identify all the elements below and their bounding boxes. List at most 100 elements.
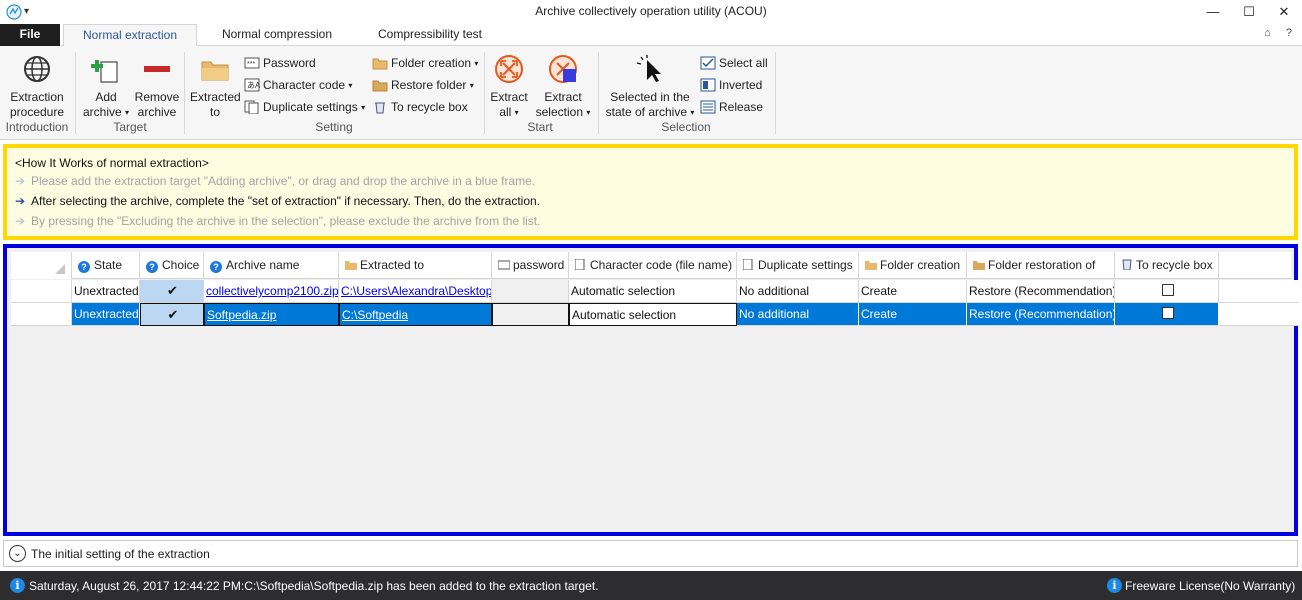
- restore-folder-button[interactable]: Restore folder ▾: [372, 76, 474, 94]
- extracted-to-link[interactable]: C:\Users\Alexandra\Desktop: [341, 284, 491, 298]
- chevron-down-icon[interactable]: ⌄: [9, 545, 26, 562]
- arrow-right-icon: ➔: [15, 214, 26, 228]
- cell-archive-name[interactable]: Softpedia.zip: [204, 303, 339, 326]
- folder-creation-label: Folder creation: [391, 56, 472, 70]
- cell-to-recycle-box[interactable]: [1115, 303, 1219, 326]
- column-header-password[interactable]: password: [492, 252, 569, 279]
- group-target: Target: [113, 120, 147, 134]
- initial-setting-expander[interactable]: ⌄ The initial setting of the extraction: [3, 540, 1298, 567]
- cell-extracted-to[interactable]: C:\Softpedia: [339, 303, 492, 326]
- extracted-to-label-1: Extracted: [190, 90, 241, 104]
- character-code-icon: [575, 259, 585, 270]
- archive-name-link[interactable]: collectivelycomp2100.zip: [206, 284, 338, 298]
- cell-filler: [1219, 303, 1299, 326]
- cell-archive-name[interactable]: collectivelycomp2100.zip: [204, 280, 339, 303]
- column-header-label: Character code (file name): [590, 258, 733, 272]
- extract-selection-label-1: Extract: [544, 90, 582, 104]
- recycle-checkbox[interactable]: [1161, 284, 1174, 296]
- archive-name-link[interactable]: Softpedia.zip: [207, 308, 276, 322]
- column-header-state[interactable]: ? State: [72, 252, 140, 279]
- recycle-checkbox[interactable]: [1161, 307, 1174, 319]
- tab-normal-compression[interactable]: Normal compression: [202, 24, 352, 46]
- column-header-choice[interactable]: ? Choice: [140, 252, 204, 279]
- cell-choice-checkmark[interactable]: ✔: [140, 303, 204, 326]
- remove-archive-label-1: Remove: [134, 90, 180, 104]
- column-header-label: password: [513, 258, 565, 272]
- cell-character-code[interactable]: Automatic selection: [569, 280, 737, 303]
- column-header-archive-name[interactable]: ? Archive name: [204, 252, 339, 279]
- password-icon: [498, 260, 510, 270]
- table-row-selected[interactable]: Unextracted ✔ Softpedia.zip C:\Softpedia…: [11, 303, 1299, 326]
- folder-creation-button[interactable]: Folder creation ▾: [372, 54, 478, 72]
- ribbon-collapse-icon[interactable]: ⌂: [1264, 27, 1271, 39]
- dropdown-arrow-icon: ▾: [586, 108, 591, 117]
- how-it-works-heading: <How It Works of normal extraction>: [15, 156, 209, 170]
- column-header-folder-restoration[interactable]: Folder restoration of: [967, 252, 1115, 279]
- initial-setting-label: The initial setting of the extraction: [31, 547, 210, 561]
- license-text[interactable]: Freeware License(No Warranty): [1125, 579, 1295, 593]
- character-code-label: Character code: [263, 78, 346, 92]
- character-code-button[interactable]: あA Character code ▾: [244, 76, 352, 94]
- cell-folder-restoration[interactable]: Restore (Recommendation): [967, 280, 1115, 303]
- cell-folder-creation[interactable]: Create: [859, 280, 967, 303]
- dropdown-arrow-icon: ▾: [514, 108, 519, 117]
- cell-character-code[interactable]: Automatic selection: [569, 303, 737, 326]
- status-message: Saturday, August 26, 2017 12:44:22 PM:C:…: [29, 579, 599, 593]
- grid-select-all-corner[interactable]: [11, 252, 72, 279]
- column-header-extracted-to[interactable]: Extracted to: [339, 252, 492, 279]
- inverted-button[interactable]: Inverted: [700, 76, 762, 94]
- minimize-button[interactable]: —: [1196, 2, 1230, 22]
- extraction-procedure-button[interactable]: Extraction procedure: [6, 54, 68, 120]
- to-recycle-box-button[interactable]: To recycle box: [372, 98, 468, 116]
- cell-to-recycle-box[interactable]: [1115, 280, 1219, 303]
- select-all-button[interactable]: Select all: [700, 54, 768, 72]
- cell-folder-restoration[interactable]: Restore (Recommendation): [967, 303, 1115, 326]
- help-icon[interactable]: ?: [1286, 27, 1292, 39]
- extract-all-label-2: all: [499, 105, 512, 119]
- column-header-duplicate-settings[interactable]: Duplicate settings: [737, 252, 859, 279]
- archive-drop-area[interactable]: ? State ? Choice ? Archive name Extracted t…: [3, 244, 1299, 536]
- password-button[interactable]: *** Password: [244, 54, 316, 72]
- group-setting: Setting: [315, 120, 353, 134]
- extracted-to-link[interactable]: C:\Softpedia: [342, 308, 408, 322]
- extract-selection-icon: [549, 55, 577, 83]
- column-header-character-code[interactable]: Character code (file name): [569, 252, 737, 279]
- table-row[interactable]: Unextracted ✔ collectivelycomp2100.zip C…: [11, 280, 1299, 303]
- maximize-button[interactable]: ☐: [1232, 2, 1266, 22]
- tab-file[interactable]: File: [0, 24, 60, 46]
- cell-password[interactable]: [492, 280, 569, 303]
- group-introduction: Introduction: [5, 120, 69, 134]
- restore-folder-label: Restore folder: [391, 78, 467, 92]
- release-button[interactable]: Release: [700, 98, 763, 116]
- column-header-to-recycle-box[interactable]: To recycle box: [1115, 252, 1219, 279]
- row-header[interactable]: [11, 303, 72, 326]
- cell-duplicate-settings[interactable]: No additional: [737, 280, 859, 303]
- selected-in-state-button[interactable]: Selected in the state of archive ▾: [604, 54, 696, 120]
- extract-selection-button[interactable]: Extract selection ▾: [534, 54, 592, 120]
- cell-folder-creation[interactable]: Create: [859, 303, 967, 326]
- folder-icon: [973, 261, 985, 270]
- column-header-label: Duplicate settings: [758, 258, 853, 272]
- ribbon: Extraction procedure Introduction Add ar…: [0, 46, 1302, 140]
- close-button[interactable]: ✕: [1267, 2, 1301, 22]
- extract-all-button[interactable]: Extract all ▾: [488, 54, 530, 120]
- remove-archive-button[interactable]: Remove archive: [134, 54, 180, 120]
- duplicate-settings-button[interactable]: Duplicate settings ▾: [244, 98, 365, 116]
- cell-choice-checkmark[interactable]: ✔: [140, 280, 204, 303]
- tab-normal-extraction[interactable]: Normal extraction: [63, 24, 197, 47]
- cell-extracted-to[interactable]: C:\Users\Alexandra\Desktop: [339, 280, 492, 303]
- column-header-folder-creation[interactable]: Folder creation: [859, 252, 967, 279]
- extracted-to-button[interactable]: Extracted to: [190, 54, 241, 120]
- arrow-right-icon: ➔: [15, 194, 26, 208]
- info-icon: i: [1107, 578, 1122, 593]
- tab-compressibility-test[interactable]: Compressibility test: [360, 24, 500, 46]
- row-header[interactable]: [11, 280, 72, 303]
- column-header-label: Folder creation: [880, 258, 961, 272]
- column-header-label: State: [94, 258, 123, 272]
- cell-duplicate-settings[interactable]: No additional: [737, 303, 859, 326]
- extract-selection-label-2: selection: [535, 105, 583, 119]
- add-archive-button[interactable]: Add archive ▾: [82, 54, 130, 120]
- how-it-works-panel: <How It Works of normal extraction> ➔ Ple…: [3, 144, 1298, 240]
- cell-password[interactable]: [492, 303, 569, 326]
- cell-filler: [1219, 280, 1299, 303]
